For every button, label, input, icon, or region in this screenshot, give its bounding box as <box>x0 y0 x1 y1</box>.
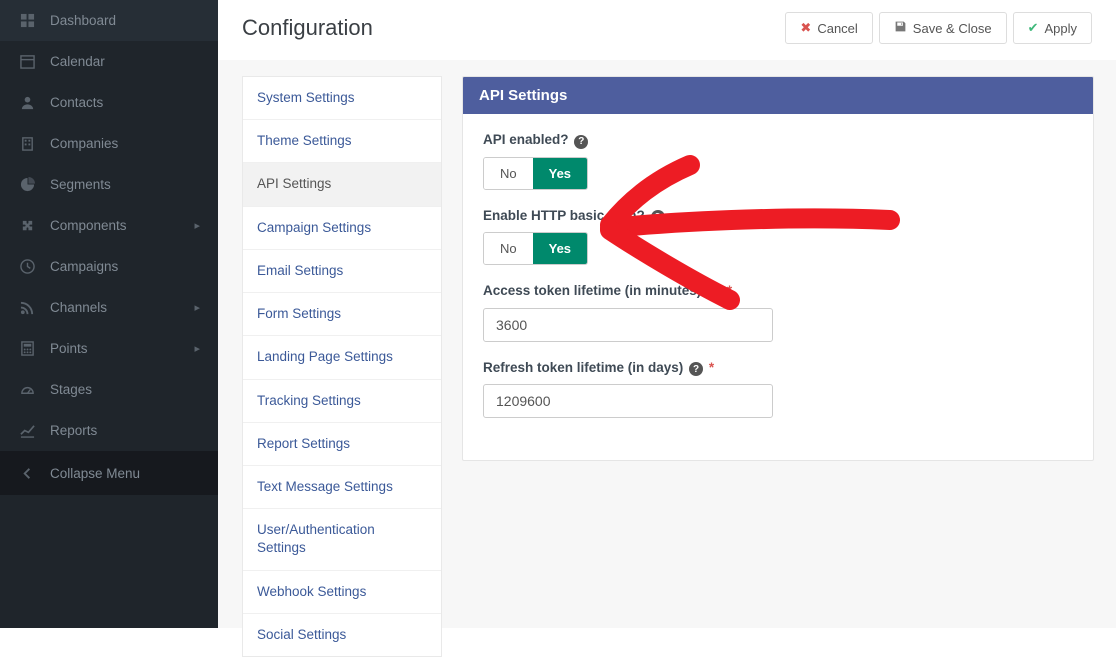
button-label: Apply <box>1044 21 1077 36</box>
sidebar-item-campaigns[interactable]: Campaigns <box>0 246 218 287</box>
field-label: Enable HTTP basic auth? ? <box>483 208 1073 225</box>
settings-nav-webhook[interactable]: Webhook Settings <box>243 571 441 614</box>
chart-icon <box>18 423 36 438</box>
save-icon <box>894 20 907 36</box>
clock-icon <box>18 259 36 274</box>
button-label: Cancel <box>817 21 857 36</box>
close-icon: ✖ <box>800 20 811 36</box>
rss-icon <box>18 300 36 315</box>
check-icon: ✔ <box>1028 20 1039 36</box>
toggle-yes[interactable]: Yes <box>533 158 587 189</box>
sidebar-item-label: Campaigns <box>50 259 200 274</box>
help-icon[interactable]: ? <box>651 210 665 224</box>
toggle-api-enabled: No Yes <box>483 157 588 190</box>
sidebar-item-reports[interactable]: Reports <box>0 410 218 451</box>
sidebar-item-label: Reports <box>50 423 200 438</box>
field-label: Access token lifetime (in minutes) ? * <box>483 283 1073 300</box>
calculator-icon <box>18 341 36 356</box>
chevron-right-icon: ▸ <box>194 301 200 314</box>
panel-title: API Settings <box>463 77 1093 114</box>
settings-nav: System Settings Theme Settings API Setti… <box>242 76 442 657</box>
content: System Settings Theme Settings API Setti… <box>218 60 1116 628</box>
pie-icon <box>18 177 36 192</box>
required-indicator: * <box>727 283 732 298</box>
chevron-right-icon: ▸ <box>194 219 200 232</box>
sidebar-collapse-label: Collapse Menu <box>50 466 200 481</box>
field-access-token: Access token lifetime (in minutes) ? * <box>483 283 1073 342</box>
sidebar-item-companies[interactable]: Companies <box>0 123 218 164</box>
settings-nav-api[interactable]: API Settings <box>243 163 441 206</box>
sidebar-item-label: Components <box>50 218 194 233</box>
field-api-enabled: API enabled? ? No Yes <box>483 132 1073 190</box>
settings-nav-social[interactable]: Social Settings <box>243 614 441 656</box>
toggle-yes[interactable]: Yes <box>533 233 587 264</box>
building-icon <box>18 136 36 151</box>
help-icon[interactable]: ? <box>574 135 588 149</box>
sidebar-item-label: Contacts <box>50 95 200 110</box>
apply-button[interactable]: ✔ Apply <box>1013 12 1092 44</box>
settings-nav-report[interactable]: Report Settings <box>243 423 441 466</box>
sidebar-item-label: Points <box>50 341 194 356</box>
sidebar-item-label: Dashboard <box>50 13 200 28</box>
sidebar-item-calendar[interactable]: Calendar <box>0 41 218 82</box>
sidebar-item-label: Segments <box>50 177 200 192</box>
cancel-button[interactable]: ✖ Cancel <box>785 12 872 44</box>
header-actions: ✖ Cancel Save & Close ✔ Apply <box>785 12 1092 44</box>
api-settings-panel: API Settings API enabled? ? No Yes Enabl… <box>462 76 1094 461</box>
settings-nav-theme[interactable]: Theme Settings <box>243 120 441 163</box>
chevron-left-icon <box>18 466 36 481</box>
help-icon[interactable]: ? <box>689 362 703 376</box>
sidebar-item-label: Stages <box>50 382 200 397</box>
required-indicator: * <box>709 360 714 375</box>
main: Configuration ✖ Cancel Save & Close ✔ Ap… <box>218 0 1116 628</box>
button-label: Save & Close <box>913 21 992 36</box>
sidebar-item-contacts[interactable]: Contacts <box>0 82 218 123</box>
chevron-right-icon: ▸ <box>194 342 200 355</box>
settings-nav-tracking[interactable]: Tracking Settings <box>243 380 441 423</box>
sidebar-item-stages[interactable]: Stages <box>0 369 218 410</box>
access-token-input[interactable] <box>483 308 773 342</box>
panel-body: API enabled? ? No Yes Enable HTTP basic … <box>463 114 1093 460</box>
sidebar-item-label: Calendar <box>50 54 200 69</box>
page-title: Configuration <box>242 15 373 41</box>
sidebar-item-segments[interactable]: Segments <box>0 164 218 205</box>
settings-nav-user-auth[interactable]: User/Authentication Settings <box>243 509 441 570</box>
sidebar-item-points[interactable]: Points ▸ <box>0 328 218 369</box>
settings-nav-email[interactable]: Email Settings <box>243 250 441 293</box>
refresh-token-input[interactable] <box>483 384 773 418</box>
sidebar-item-label: Channels <box>50 300 194 315</box>
sidebar-collapse[interactable]: Collapse Menu <box>0 451 218 495</box>
sidebar-item-dashboard[interactable]: Dashboard <box>0 0 218 41</box>
settings-nav-landing[interactable]: Landing Page Settings <box>243 336 441 379</box>
settings-nav-form[interactable]: Form Settings <box>243 293 441 336</box>
field-label: Refresh token lifetime (in days) ? * <box>483 360 1073 377</box>
field-label: API enabled? ? <box>483 132 1073 149</box>
settings-nav-text[interactable]: Text Message Settings <box>243 466 441 509</box>
toggle-no[interactable]: No <box>484 233 533 264</box>
settings-nav-system[interactable]: System Settings <box>243 77 441 120</box>
calendar-icon <box>18 54 36 69</box>
sidebar-item-channels[interactable]: Channels ▸ <box>0 287 218 328</box>
gauge-icon <box>18 382 36 397</box>
field-basic-auth: Enable HTTP basic auth? ? No Yes <box>483 208 1073 266</box>
page-header: Configuration ✖ Cancel Save & Close ✔ Ap… <box>218 0 1116 63</box>
toggle-no[interactable]: No <box>484 158 533 189</box>
toggle-basic-auth: No Yes <box>483 232 588 265</box>
help-icon[interactable]: ? <box>707 286 721 300</box>
field-refresh-token: Refresh token lifetime (in days) ? * <box>483 360 1073 419</box>
sidebar: Dashboard Calendar Contacts Companies Se… <box>0 0 218 628</box>
grid-icon <box>18 13 36 28</box>
save-close-button[interactable]: Save & Close <box>879 12 1007 44</box>
user-icon <box>18 95 36 110</box>
settings-nav-campaign[interactable]: Campaign Settings <box>243 207 441 250</box>
sidebar-item-components[interactable]: Components ▸ <box>0 205 218 246</box>
sidebar-item-label: Companies <box>50 136 200 151</box>
puzzle-icon <box>18 218 36 233</box>
